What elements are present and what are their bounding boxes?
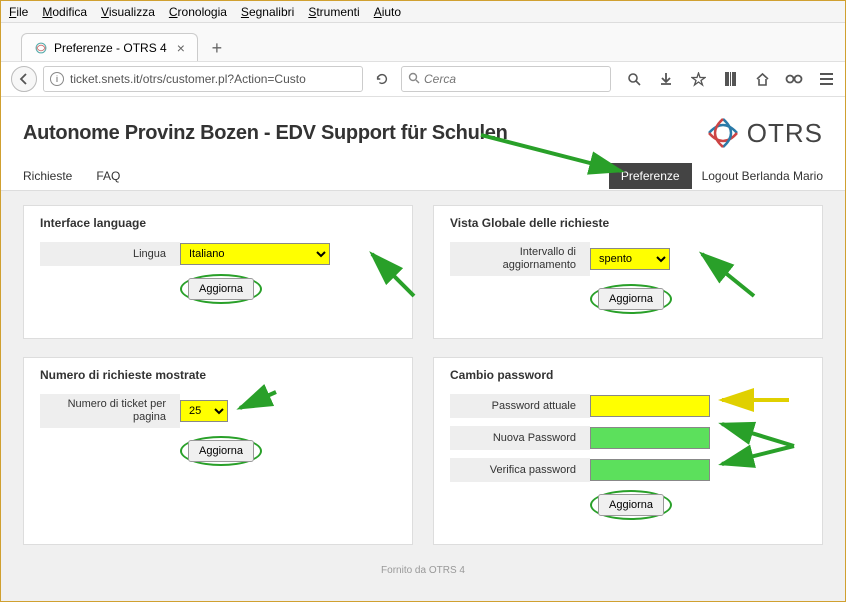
download-icon[interactable]	[657, 70, 675, 88]
menu-file[interactable]: File	[9, 5, 28, 19]
nav-faq[interactable]: FAQ	[96, 169, 120, 183]
top-nav: Richieste FAQ Preferenze Logout Berlanda…	[1, 161, 845, 191]
home-icon[interactable]	[753, 70, 771, 88]
select-refresh-interval[interactable]: spento	[590, 248, 670, 270]
page-title: Autonome Provinz Bozen - EDV Support für…	[23, 122, 508, 145]
menu-tools[interactable]: Strumenti	[308, 5, 359, 19]
menu-view[interactable]: Visualizza	[101, 5, 155, 19]
url-bar[interactable]: i	[43, 66, 363, 92]
new-tab-button[interactable]: +	[204, 35, 230, 61]
annotation-circle: Aggiorna	[180, 436, 262, 466]
select-ticket-count[interactable]: 25	[180, 400, 228, 422]
nav-preferenze-active[interactable]: Preferenze	[609, 163, 692, 189]
sidebar-toggle-icon[interactable]	[721, 70, 739, 88]
tab-close-icon[interactable]: ×	[177, 40, 185, 56]
panel-ticket-refresh: Vista Globale delle richieste Intervallo…	[433, 205, 823, 339]
panel-title: Cambio password	[450, 368, 806, 382]
page-footer: Fornito da OTRS 4	[1, 559, 845, 582]
browser-menubar: File Modifica Visualizza Cronologia Segn…	[1, 1, 845, 23]
mask-icon[interactable]	[785, 70, 803, 88]
page-header: Autonome Provinz Bozen - EDV Support für…	[1, 97, 845, 161]
url-input[interactable]	[70, 72, 356, 86]
label-current-password: Password attuale	[450, 394, 590, 418]
tab-favicon-icon	[34, 41, 48, 55]
nav-logout[interactable]: Logout Berlanda Mario	[702, 169, 823, 183]
tab-title: Preferenze - OTRS 4	[54, 41, 167, 55]
panel-title: Vista Globale delle richieste	[450, 216, 806, 230]
page-content: Autonome Provinz Bozen - EDV Support für…	[1, 97, 845, 601]
panel-interface-language: Interface language Lingua Italiano Aggio…	[23, 205, 413, 339]
content-grid: Interface language Lingua Italiano Aggio…	[1, 191, 845, 559]
update-count-button[interactable]: Aggiorna	[188, 440, 254, 462]
nav-richieste[interactable]: Richieste	[23, 169, 72, 183]
otrs-logo-icon	[705, 115, 741, 151]
label-verify-password: Verifica password	[450, 458, 590, 482]
otrs-logo-text: OTRS	[747, 118, 823, 149]
input-new-password[interactable]	[590, 427, 710, 449]
search-toolbar-icon[interactable]	[625, 70, 643, 88]
panel-ticket-count: Numero di richieste mostrate Numero di t…	[23, 357, 413, 545]
label-ticket-per-page: Numero di ticket per pagina	[40, 394, 180, 428]
panel-title: Numero di richieste mostrate	[40, 368, 396, 382]
annotation-circle: Aggiorna	[180, 274, 262, 304]
site-info-icon[interactable]: i	[50, 72, 64, 86]
menu-edit[interactable]: Modifica	[42, 5, 87, 19]
input-current-password[interactable]	[590, 395, 710, 417]
menu-help[interactable]: Aiuto	[374, 5, 401, 19]
annotation-circle: Aggiorna	[590, 284, 672, 314]
menu-history[interactable]: Cronologia	[169, 5, 227, 19]
bookmark-star-icon[interactable]	[689, 70, 707, 88]
reload-button[interactable]	[369, 66, 395, 92]
menu-bookmarks[interactable]: Segnalibri	[241, 5, 294, 19]
toolbar-icons	[625, 70, 835, 88]
back-button[interactable]	[11, 66, 37, 92]
browser-toolbar: i	[1, 61, 845, 97]
search-bar[interactable]	[401, 66, 611, 92]
search-icon	[408, 72, 420, 87]
update-language-button[interactable]: Aggiorna	[188, 278, 254, 300]
annotation-circle: Aggiorna	[590, 490, 672, 520]
update-password-button[interactable]: Aggiorna	[598, 494, 664, 516]
tab-strip: Preferenze - OTRS 4 × +	[1, 23, 845, 61]
label-lingua: Lingua	[40, 242, 180, 266]
panel-change-password: Cambio password Password attuale Nuova P…	[433, 357, 823, 545]
panel-title: Interface language	[40, 216, 396, 230]
label-new-password: Nuova Password	[450, 426, 590, 450]
select-language[interactable]: Italiano	[180, 243, 330, 265]
otrs-logo: OTRS	[705, 115, 823, 151]
input-verify-password[interactable]	[590, 459, 710, 481]
search-input[interactable]	[424, 72, 604, 86]
hamburger-menu-icon[interactable]	[817, 70, 835, 88]
browser-tab[interactable]: Preferenze - OTRS 4 ×	[21, 33, 198, 61]
label-intervallo: Intervallo di aggiornamento	[450, 242, 590, 276]
update-refresh-button[interactable]: Aggiorna	[598, 288, 664, 310]
